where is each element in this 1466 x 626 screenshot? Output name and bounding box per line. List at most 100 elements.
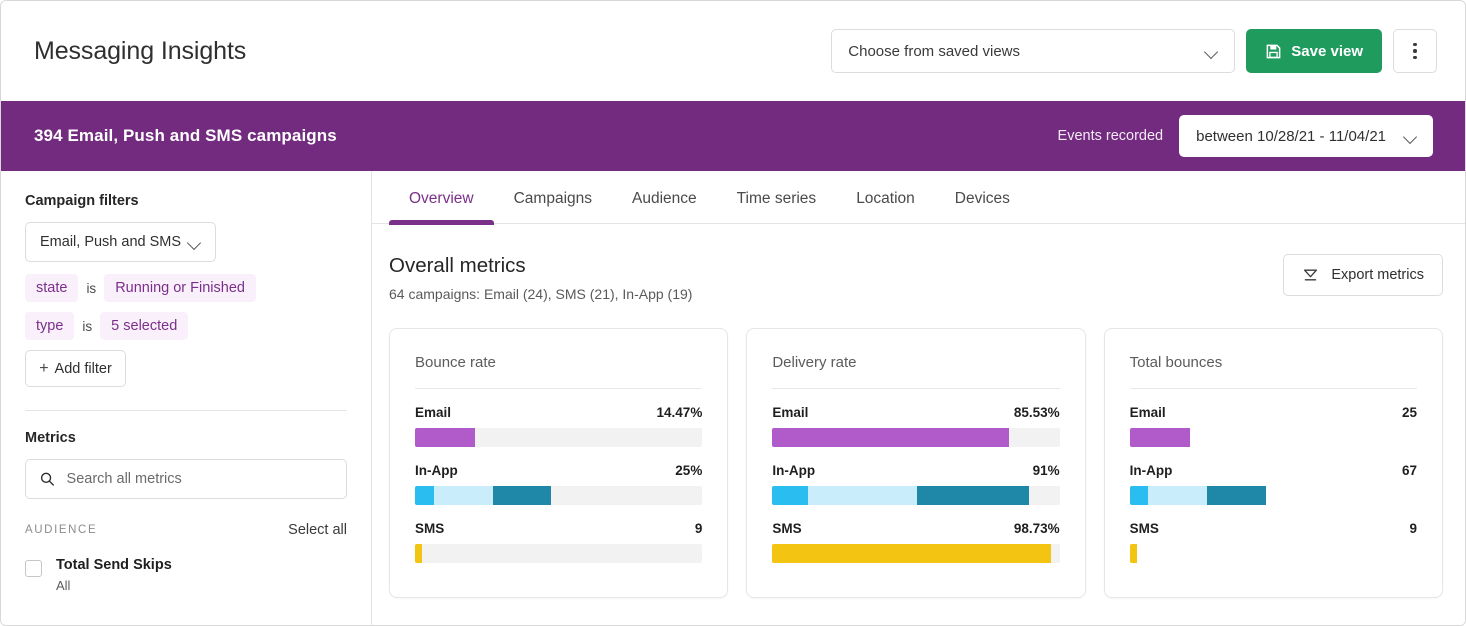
events-recorded-label: Events recorded: [1058, 128, 1164, 144]
metric-bar-track: [415, 544, 702, 563]
metric-bar-value: 67: [1402, 463, 1417, 478]
list-item[interactable]: Total Send Skips All: [25, 556, 347, 593]
campaign-type-value: Email, Push and SMS: [40, 234, 181, 250]
metric-bar-segment: [415, 544, 422, 563]
floppy-disk-icon: [1265, 43, 1282, 60]
more-options-icon: [1413, 49, 1417, 53]
metric-bar-header: In-App67: [1130, 463, 1417, 478]
metric-bar-header: SMS9: [415, 521, 702, 536]
metric-bar-label: Email: [415, 405, 451, 420]
saved-views-select[interactable]: Choose from saved views: [831, 29, 1235, 73]
metric-cards: Bounce rateEmail14.47%In-App25%SMS9Deliv…: [389, 328, 1443, 598]
metric-bar-segment: [1207, 486, 1266, 505]
metrics-section-header: AUDIENCE Select all: [25, 522, 347, 538]
metric-bar-row: In-App91%: [772, 463, 1059, 505]
select-all-link[interactable]: Select all: [288, 522, 347, 538]
metric-bar-label: Email: [772, 405, 808, 420]
export-metrics-label: Export metrics: [1331, 267, 1424, 283]
filters-sidebar: Campaign filters Email, Push and SMS sta…: [1, 171, 372, 625]
export-metrics-button[interactable]: Export metrics: [1283, 254, 1443, 296]
metric-bar-segment: [772, 428, 1009, 447]
more-options-icon: [1413, 43, 1417, 47]
tab-campaigns[interactable]: Campaigns: [494, 190, 612, 223]
save-view-label: Save view: [1291, 43, 1363, 60]
metric-scope: All: [56, 578, 172, 593]
metric-bar-row: In-App25%: [415, 463, 702, 505]
metric-bar-value: 25: [1402, 405, 1417, 420]
content-area: Campaign filters Email, Push and SMS sta…: [1, 171, 1465, 625]
metric-card-title: Bounce rate: [415, 354, 702, 371]
metric-bar-value: 9: [1409, 521, 1417, 536]
metric-bar-value: 98.73%: [1014, 521, 1060, 536]
metric-bar-segment: [415, 486, 434, 505]
metric-bar-track: [1130, 428, 1417, 447]
metric-bar-row: Email 85.53%: [772, 405, 1059, 447]
chevron-down-icon: [1205, 47, 1220, 56]
metric-bar-track: [772, 544, 1059, 563]
filter-row: state is Running or Finished: [25, 274, 347, 302]
filter-row: type is 5 selected: [25, 312, 347, 340]
tab-overview[interactable]: Overview: [389, 190, 494, 223]
metric-bar-label: SMS: [415, 521, 444, 536]
metric-bar-header: In-App25%: [415, 463, 702, 478]
metric-bar-row: Email 25: [1130, 405, 1417, 447]
plus-icon: +: [39, 361, 48, 377]
campaign-summary-banner: 394 Email, Push and SMS campaigns Events…: [1, 101, 1465, 171]
metric-card: Delivery rate Email 85.53% In-App91% SMS 98.7…: [746, 328, 1085, 598]
overall-metrics-titles: Overall metrics 64 campaigns: Email (24)…: [389, 254, 692, 302]
add-filter-label: Add filter: [55, 361, 112, 377]
metric-bar-value: 85.53%: [1014, 405, 1060, 420]
date-range-value: between 10/28/21 - 11/04/21: [1196, 128, 1386, 145]
metric-bar-segment: [808, 486, 917, 505]
metric-bar-header: Email 25: [1130, 405, 1417, 420]
saved-views-value: Choose from saved views: [848, 43, 1020, 60]
tab-audience[interactable]: Audience: [612, 190, 717, 223]
search-metrics-box[interactable]: [25, 459, 347, 499]
metric-card-title: Delivery rate: [772, 354, 1059, 371]
metric-bar-label: SMS: [772, 521, 801, 536]
banner-controls: Events recorded between 10/28/21 - 11/04…: [1058, 115, 1433, 157]
metric-bar-label: In-App: [772, 463, 815, 478]
tab-location[interactable]: Location: [836, 190, 935, 223]
metrics-section-title: AUDIENCE: [25, 524, 97, 536]
campaign-type-select[interactable]: Email, Push and SMS: [25, 222, 216, 262]
date-range-select[interactable]: between 10/28/21 - 11/04/21: [1179, 115, 1433, 157]
metric-checkbox[interactable]: [25, 560, 42, 577]
messaging-insights-app: Messaging Insights Choose from saved vie…: [0, 0, 1466, 626]
chevron-down-icon: [1404, 132, 1419, 141]
metric-bar-segment: [1148, 486, 1207, 505]
filter-value-chip[interactable]: Running or Finished: [104, 274, 256, 302]
more-options-button[interactable]: [1393, 29, 1437, 73]
campaign-count-label: 394 Email, Push and SMS campaigns: [34, 126, 337, 146]
filter-field-chip[interactable]: state: [25, 274, 78, 302]
metric-bar-label: In-App: [415, 463, 458, 478]
metric-bar-header: Email 85.53%: [772, 405, 1059, 420]
metric-bar-header: In-App91%: [772, 463, 1059, 478]
filter-value-chip[interactable]: 5 selected: [100, 312, 188, 340]
metric-bar-label: SMS: [1130, 521, 1159, 536]
metric-bar-segment: [493, 486, 552, 505]
add-filter-button[interactable]: + Add filter: [25, 350, 126, 387]
metric-bar-segment: [772, 544, 1051, 563]
metric-bar-track: [415, 486, 702, 505]
filter-field-chip[interactable]: type: [25, 312, 74, 340]
metric-bar-track: [772, 428, 1059, 447]
metric-bar-header: SMS 9: [1130, 521, 1417, 536]
save-view-button[interactable]: Save view: [1246, 29, 1382, 73]
card-divider: [415, 388, 702, 389]
metric-bar-segment: [415, 428, 475, 447]
more-options-icon: [1413, 56, 1417, 60]
search-metrics-input[interactable]: [67, 471, 332, 487]
metric-card: Total bouncesEmail25In-App67SMS9: [1104, 328, 1443, 598]
card-divider: [772, 388, 1059, 389]
metric-bar-segment: [917, 486, 1029, 505]
tab-time-series[interactable]: Time series: [717, 190, 837, 223]
metric-bar-segment: [434, 486, 493, 505]
card-divider: [1130, 388, 1417, 389]
overview-content: Overall metrics 64 campaigns: Email (24)…: [372, 224, 1465, 625]
metric-name: Total Send Skips: [56, 556, 172, 576]
tab-devices[interactable]: Devices: [935, 190, 1030, 223]
metric-bar-track: [1130, 486, 1417, 505]
metric-bar-segment: [1130, 428, 1190, 447]
metric-bar-label: Email: [1130, 405, 1166, 420]
